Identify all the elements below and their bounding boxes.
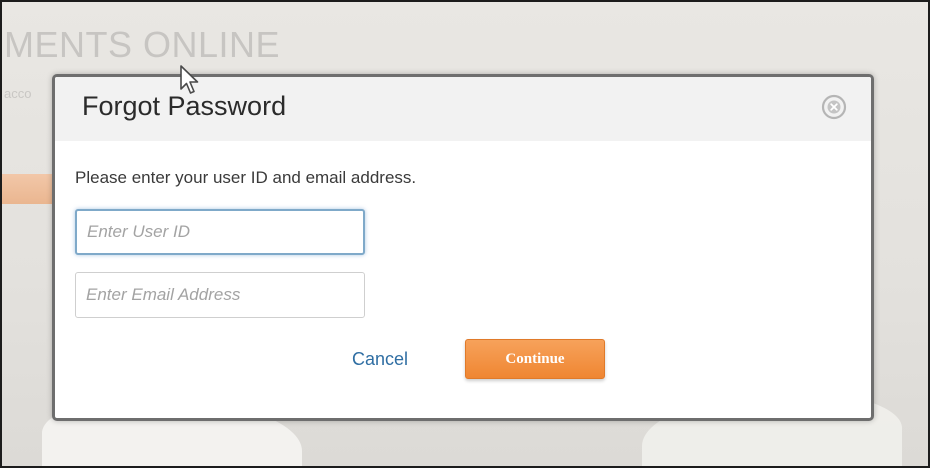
background-page-subtext: acco [4, 86, 32, 101]
screenshot-frame: MENTS ONLINE acco Forgot Password Please… [0, 0, 930, 468]
user-id-input[interactable] [75, 209, 365, 255]
background-page-heading: MENTS ONLINE [4, 24, 281, 65]
forgot-password-dialog: Forgot Password Please enter your user I… [52, 74, 874, 421]
mouse-cursor-icon [180, 65, 199, 94]
close-icon[interactable] [821, 94, 847, 120]
instructions-text: Please enter your user ID and email addr… [75, 168, 417, 187]
continue-button[interactable]: Continue [465, 339, 605, 379]
dialog-header: Forgot Password [55, 77, 871, 141]
cancel-link[interactable]: Cancel [352, 349, 408, 370]
background-orange-strip [2, 174, 54, 204]
email-input[interactable] [75, 272, 365, 318]
